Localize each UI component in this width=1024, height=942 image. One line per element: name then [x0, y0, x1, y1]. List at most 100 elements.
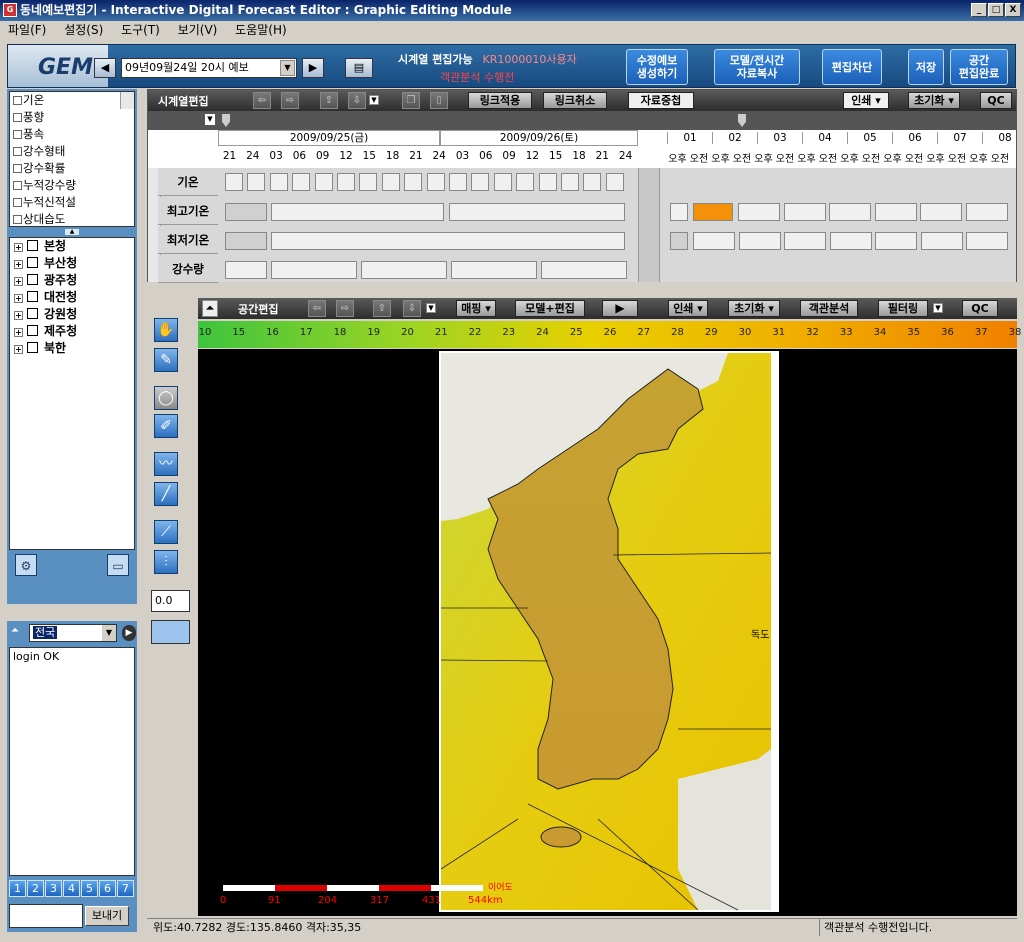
area-select[interactable]: 전국 ▼: [29, 624, 117, 642]
chevron-down-icon[interactable]: ▼: [205, 114, 215, 125]
timeseries-cell[interactable]: [583, 173, 602, 191]
timeseries-cell[interactable]: [471, 173, 490, 191]
timeseries-cell[interactable]: [271, 203, 444, 221]
variable-item[interactable]: 풍속: [10, 126, 134, 143]
timeseries-cell[interactable]: [693, 232, 735, 250]
region-item[interactable]: + 광주청: [10, 272, 134, 289]
timeseries-cell[interactable]: [225, 203, 267, 221]
variable-item[interactable]: 강수형태: [10, 143, 134, 160]
mapping-button[interactable]: 매핑 ▾: [456, 300, 496, 317]
region-item[interactable]: + 부산청: [10, 255, 134, 272]
timeseries-cell[interactable]: [538, 173, 557, 191]
timeseries-cell[interactable]: [361, 261, 447, 279]
menu-settings[interactable]: 설정(S): [64, 23, 103, 37]
contour-pen-icon[interactable]: 〰: [154, 452, 178, 476]
time-slider-handle[interactable]: [222, 114, 230, 127]
timeseries-cell[interactable]: [965, 203, 1008, 221]
timeseries-cell[interactable]: [449, 203, 625, 221]
map-init-button[interactable]: 초기화 ▾: [728, 300, 780, 317]
arrow-left-icon[interactable]: ⇦: [308, 300, 326, 317]
page-button-4[interactable]: 4: [63, 880, 80, 897]
chevron-down-icon[interactable]: ▼: [426, 303, 436, 313]
hand-icon[interactable]: ✋: [154, 318, 178, 342]
monitor-icon[interactable]: ▭: [107, 554, 129, 576]
variable-item[interactable]: 강수확률: [10, 160, 134, 177]
timeseries-cell[interactable]: [829, 203, 871, 221]
lasso-icon[interactable]: ◯: [154, 386, 178, 410]
copy-model-data-button[interactable]: 모델/전시간 자료복사: [714, 49, 800, 85]
page-button-5[interactable]: 5: [81, 880, 98, 897]
line-pen-icon[interactable]: ╱: [154, 482, 178, 506]
region-item[interactable]: + 본청: [10, 238, 134, 255]
color-scale[interactable]: 10 15 16 17 18 19 20 21 22 23 24 25 26 27 28 29 30 31 32 33…: [198, 321, 1021, 348]
timeseries-cell[interactable]: [449, 173, 467, 191]
block-edit-button[interactable]: 편집차단: [822, 49, 882, 85]
timeseries-cell[interactable]: [292, 173, 311, 191]
region-item[interactable]: + 북한: [10, 340, 134, 357]
timeseries-cell[interactable]: [404, 173, 423, 191]
chevron-down-icon[interactable]: ▼: [369, 95, 379, 105]
timeseries-cell[interactable]: [966, 232, 1008, 250]
timeseries-cell[interactable]: [920, 232, 963, 250]
timeseries-cell[interactable]: [561, 173, 579, 191]
timeseries-cell[interactable]: [269, 173, 288, 191]
variable-item[interactable]: 누적강수량: [10, 177, 134, 194]
play-button[interactable]: ▶: [602, 300, 638, 317]
timeseries-cell[interactable]: [670, 203, 688, 221]
region-item[interactable]: + 제주청: [10, 323, 134, 340]
timeseries-cell[interactable]: [359, 173, 378, 191]
sprayer-icon[interactable]: ⫶: [154, 550, 178, 574]
prev-forecast-button[interactable]: ◀: [94, 58, 116, 78]
timeseries-cell[interactable]: [493, 173, 512, 191]
arrow-right-icon[interactable]: ⇨: [336, 300, 354, 317]
menu-view[interactable]: 보기(V): [178, 23, 218, 37]
timeseries-cell[interactable]: [784, 232, 826, 250]
send-button[interactable]: 보내기: [85, 906, 129, 926]
menu-help[interactable]: 도움말(H): [235, 23, 287, 37]
page-button-7[interactable]: 7: [117, 880, 134, 897]
qc-button[interactable]: QC: [980, 92, 1012, 109]
print-button[interactable]: 인쇄 ▾: [843, 92, 889, 109]
collapse-icon[interactable]: ⏶: [11, 625, 19, 636]
map-view[interactable]: 독도 이어도 0 91 204 317 431 544km: [198, 349, 1017, 916]
eyedropper-icon[interactable]: ✎: [154, 348, 178, 372]
arrow-up-icon[interactable]: ⇧: [373, 300, 391, 317]
variable-item[interactable]: 풍향: [10, 109, 134, 126]
timeseries-cell[interactable]: [225, 173, 243, 191]
region-item[interactable]: + 대전청: [10, 289, 134, 306]
syringe-icon[interactable]: ⟋: [154, 520, 178, 544]
selected-cell[interactable]: [693, 203, 733, 221]
timeseries-cell[interactable]: [670, 232, 688, 250]
filtering-button[interactable]: 필터링: [878, 300, 928, 317]
color-swatch[interactable]: [151, 620, 190, 644]
timeseries-cell[interactable]: [337, 173, 355, 191]
timeseries-cell[interactable]: [874, 203, 917, 221]
map-print-button[interactable]: 인쇄 ▾: [668, 300, 708, 317]
document-icon[interactable]: ▤: [345, 58, 373, 78]
finish-spatial-edit-button[interactable]: 공간 편집완료: [950, 49, 1008, 85]
paste-icon[interactable]: ▯: [430, 92, 448, 109]
timeseries-cell[interactable]: [738, 232, 781, 250]
brush-icon[interactable]: ✐: [154, 414, 178, 438]
next-forecast-button[interactable]: ▶: [302, 58, 324, 78]
model-edit-button[interactable]: 모델+편집: [515, 300, 585, 317]
close-button[interactable]: X: [1005, 3, 1021, 17]
timeseries-cell[interactable]: [426, 173, 445, 191]
page-button-1[interactable]: 1: [9, 880, 26, 897]
chevron-down-icon[interactable]: ▼: [102, 625, 116, 641]
minimize-button[interactable]: _: [971, 3, 987, 17]
maximize-button[interactable]: □: [988, 3, 1004, 17]
timeseries-cell[interactable]: [225, 232, 267, 250]
timeseries-cell[interactable]: [271, 261, 357, 279]
arrow-down-icon[interactable]: ⇩: [403, 300, 421, 317]
region-settings-icon[interactable]: ⚙: [15, 554, 37, 576]
variable-scrollbar[interactable]: [120, 92, 134, 109]
arrow-left-icon[interactable]: ⇦: [253, 92, 271, 109]
timeseries-cell[interactable]: [516, 173, 535, 191]
copy-icon[interactable]: ❐: [402, 92, 420, 109]
link-cancel-button[interactable]: 링크취소: [543, 92, 607, 109]
init-button[interactable]: 초기화 ▾: [908, 92, 960, 109]
play-icon[interactable]: ▶: [122, 625, 136, 641]
value-input[interactable]: 0.0: [151, 590, 190, 612]
variable-item[interactable]: 기온: [10, 92, 134, 109]
